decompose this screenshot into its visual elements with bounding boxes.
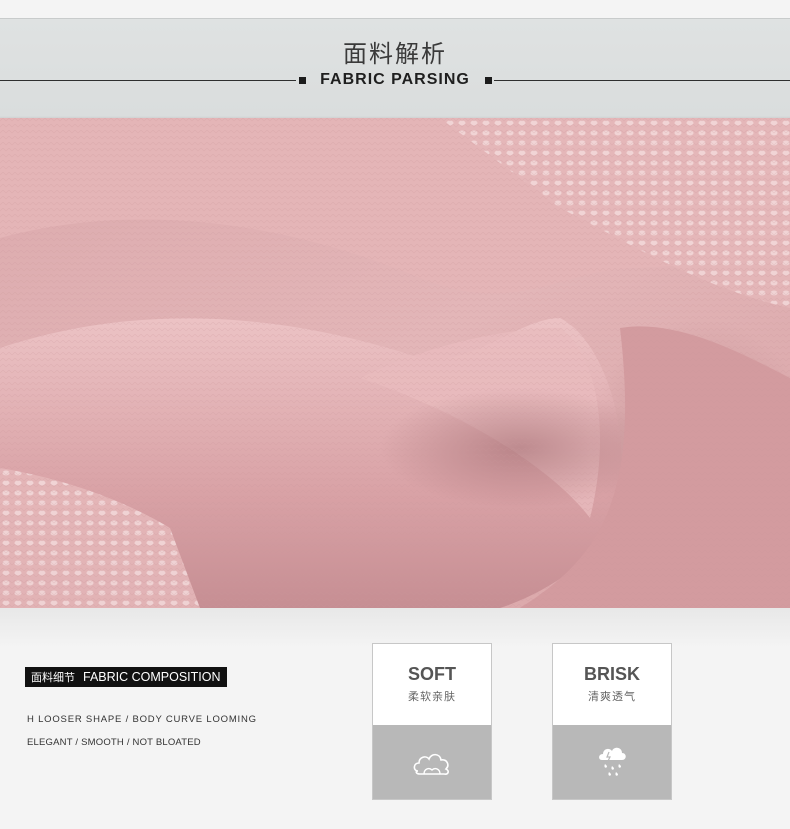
fabric-photo-image	[0, 118, 790, 608]
feature-icon-box	[373, 725, 491, 799]
feature-subtitle: 柔软亲肤	[408, 691, 456, 703]
section-header: 面料解析 FABRIC PARSING	[0, 0, 790, 118]
feature-title: BRISK	[583, 664, 640, 684]
composition-label-cn: 面料细节	[31, 672, 75, 684]
feature-title: SOFT	[408, 664, 456, 684]
divider-line-right	[494, 80, 790, 81]
composition-label: 面料细节 FABRIC COMPOSITION	[25, 667, 227, 687]
feature-card-brisk: BRISK 清爽透气	[552, 643, 672, 800]
header-title-cn: 面料解析	[343, 40, 447, 68]
composition-label-en: FABRIC COMPOSITION	[83, 670, 221, 684]
header-title-en: FABRIC PARSING	[320, 71, 470, 88]
divider-line-left	[0, 80, 296, 81]
divider-square-left	[299, 77, 306, 84]
feature-icon-box	[553, 725, 671, 799]
fabric-photo	[0, 118, 790, 608]
feature-card-soft: SOFT 柔软亲肤	[372, 643, 492, 800]
feature-subtitle: 清爽透气	[588, 691, 636, 703]
cloud-icon	[413, 753, 449, 775]
divider-square-right	[485, 77, 492, 84]
header-subtitle-row: FABRIC PARSING	[0, 70, 790, 92]
rain-cloud-icon	[599, 747, 626, 776]
header-band-edge	[0, 18, 790, 19]
composition-description-line-2: ELEGANT / SMOOTH / NOT BLOATED	[27, 737, 201, 748]
composition-description-line-1: H LOOSER SHAPE / BODY CURVE LOOMING	[27, 714, 257, 725]
